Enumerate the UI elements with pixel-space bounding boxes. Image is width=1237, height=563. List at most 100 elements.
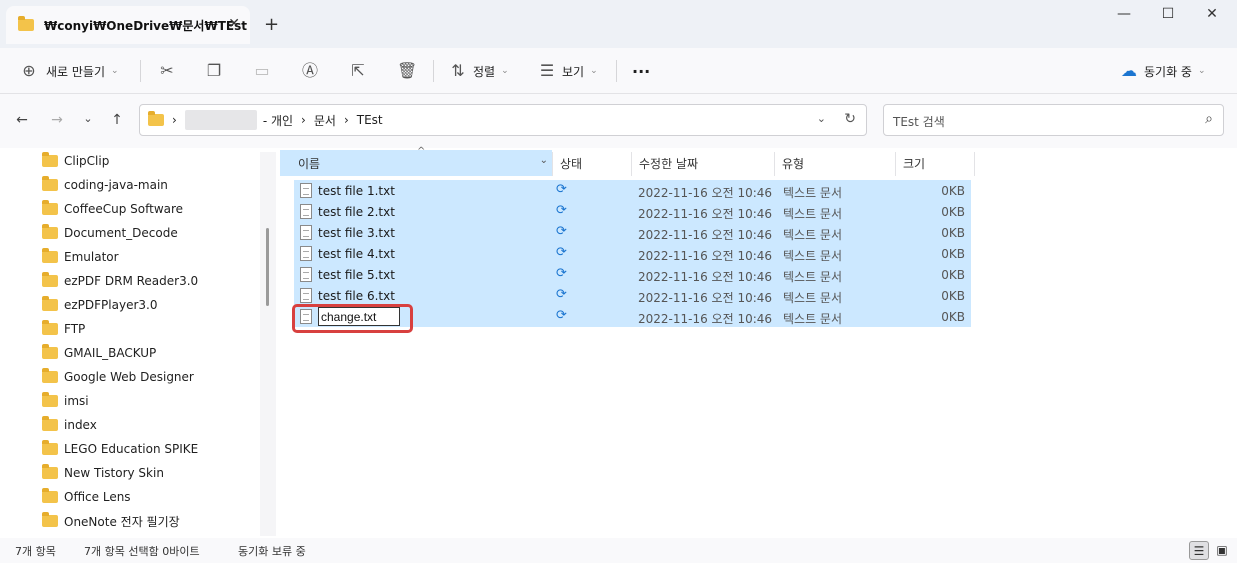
file-modified: 2022-11-16 오전 10:46 — [638, 291, 773, 305]
cut-button[interactable]: ✂ — [158, 58, 176, 84]
sidebar-item-label: Document_Decode — [64, 226, 178, 240]
file-size: 0KB — [941, 226, 965, 240]
file-modified: 2022-11-16 오전 10:46 — [638, 207, 773, 221]
file-modified: 2022-11-16 오전 10:46 — [638, 270, 773, 284]
sidebar-item-label: Emulator — [64, 250, 119, 264]
column-header-type[interactable]: 유형 — [776, 150, 894, 176]
sidebar-item[interactable]: ezPDFPlayer3.0 — [42, 293, 158, 317]
selection-info: 7개 항목 선택함 0바이트 — [84, 545, 200, 558]
column-header-size[interactable]: 크기 — [897, 150, 973, 176]
file-row[interactable]: test file 2.txt ⟳ 2022-11-16 오전 10:46 텍스… — [294, 201, 971, 222]
search-box[interactable]: TEst 검색 ⌕ — [883, 104, 1224, 136]
file-row[interactable]: test file 3.txt ⟳ 2022-11-16 오전 10:46 텍스… — [294, 222, 971, 243]
column-divider[interactable] — [774, 152, 775, 176]
folder-icon — [42, 344, 58, 359]
sidebar-item[interactable]: imsi — [42, 389, 89, 413]
sidebar-item[interactable]: FTP — [42, 317, 85, 341]
column-header-status[interactable]: 상태 — [554, 150, 630, 176]
sidebar-item[interactable]: OneNote 전자 필기장 — [42, 509, 180, 533]
sidebar-item[interactable]: Google Web Designer — [42, 365, 194, 389]
file-type: 텍스트 문서 — [783, 186, 843, 200]
sync-status-button[interactable]: ☁ 동기화 중 ⌄ — [1120, 58, 1206, 84]
address-dropdown-icon[interactable]: ⌄ — [817, 112, 826, 125]
sync-pending-icon: ⟳ — [556, 308, 567, 323]
new-tab-button[interactable]: + — [264, 14, 279, 35]
file-size: 0KB — [941, 310, 965, 324]
file-row[interactable]: test file 4.txt ⟳ 2022-11-16 오전 10:46 텍스… — [294, 243, 971, 264]
sidebar-item[interactable]: GMAIL_BACKUP — [42, 341, 156, 365]
view-button[interactable]: ☰ 보기 ⌄ — [538, 58, 598, 84]
text-file-icon — [300, 204, 312, 219]
column-divider[interactable] — [895, 152, 896, 176]
back-button[interactable]: ← — [12, 112, 32, 128]
sidebar-item[interactable]: Document_Decode — [42, 221, 178, 245]
file-modified: 2022-11-16 오전 10:46 — [638, 249, 773, 263]
file-type: 텍스트 문서 — [783, 228, 843, 242]
sidebar-item[interactable]: Office Lens — [42, 485, 131, 509]
file-modified: 2022-11-16 오전 10:46 — [638, 186, 773, 200]
paste-button[interactable]: ▭ — [253, 58, 271, 84]
view-icon: ☰ — [539, 61, 555, 80]
delete-button[interactable]: 🗑 — [397, 58, 417, 84]
close-window-button[interactable]: ✕ — [1200, 6, 1224, 22]
column-divider[interactable] — [631, 152, 632, 176]
column-divider[interactable] — [974, 152, 975, 176]
new-button[interactable]: ⊕ 새로 만들기 ⌄ — [20, 58, 118, 84]
toolbar-divider — [616, 60, 617, 82]
tab-close-button[interactable]: ✕ — [228, 16, 240, 32]
folder-icon — [18, 16, 34, 31]
column-filter-icon[interactable]: ⌄ — [540, 155, 548, 166]
redacted-breadcrumb — [184, 110, 257, 130]
cut-icon: ✂ — [160, 61, 174, 80]
rename-button[interactable]: Ⓐ — [301, 58, 319, 84]
column-header-modified[interactable]: 수정한 날짜 — [633, 150, 773, 176]
sidebar-item[interactable]: Emulator — [42, 245, 119, 269]
file-row[interactable]: test file 6.txt ⟳ 2022-11-16 오전 10:46 텍스… — [294, 285, 971, 306]
sidebar-item[interactable]: LEGO Education SPIKE — [42, 437, 198, 461]
sidebar-scrollbar[interactable] — [260, 152, 276, 536]
folder-icon — [42, 320, 58, 335]
more-options-button[interactable]: ··· — [632, 58, 650, 84]
folder-icon — [148, 111, 164, 126]
folder-icon — [42, 416, 58, 431]
text-file-icon — [300, 267, 312, 282]
column-header-name[interactable]: 이름 ^ ⌄ — [280, 146, 552, 176]
copy-icon: ❐ — [206, 61, 222, 80]
breadcrumb-test[interactable]: TEst — [357, 113, 383, 127]
sidebar-item[interactable]: coding-java-main — [42, 173, 168, 197]
sort-button[interactable]: ⇅ 정렬 ⌄ — [449, 58, 508, 84]
recent-locations-button[interactable]: ⌄ — [78, 112, 98, 125]
column-divider[interactable] — [552, 152, 553, 176]
text-file-icon — [300, 183, 312, 198]
file-row[interactable]: test file 5.txt ⟳ 2022-11-16 오전 10:46 텍스… — [294, 264, 971, 285]
copy-button[interactable]: ❐ — [205, 58, 223, 84]
refresh-icon[interactable]: ↻ — [844, 111, 856, 127]
address-bar[interactable]: › - 개인 › 문서 › TEst ⌄ ↻ — [139, 104, 867, 136]
sidebar-scrollbar-thumb[interactable] — [266, 228, 269, 306]
forward-button[interactable]: → — [47, 112, 67, 128]
tiles-view-button[interactable]: ▣ — [1212, 541, 1232, 560]
file-row[interactable]: test file 1.txt ⟳ 2022-11-16 오전 10:46 텍스… — [294, 180, 971, 201]
sidebar-item[interactable]: New Tistory Skin — [42, 461, 164, 485]
sidebar-item[interactable]: CoffeeCup Software — [42, 197, 183, 221]
breadcrumb-documents[interactable]: 문서 — [314, 112, 336, 129]
minimize-button[interactable]: — — [1112, 6, 1136, 22]
rename-icon: Ⓐ — [301, 61, 318, 80]
sidebar-item[interactable]: ezPDF DRM Reader3.0 — [42, 269, 198, 293]
up-button[interactable]: ↑ — [107, 112, 127, 128]
maximize-button[interactable]: ☐ — [1156, 6, 1180, 22]
sidebar-item-label: New Tistory Skin — [64, 466, 164, 480]
tab-current-folder[interactable]: ₩conyi₩OneDrive₩문서₩TEst ✕ — [6, 6, 250, 44]
sync-pending-icon: ⟳ — [556, 203, 567, 218]
file-size: 0KB — [941, 247, 965, 261]
sync-pending-icon: ⟳ — [556, 224, 567, 239]
sync-status: 동기화 보류 중 — [238, 545, 306, 558]
share-button[interactable]: ⇱ — [349, 58, 367, 84]
details-view-button[interactable]: ☰ — [1189, 541, 1209, 560]
sidebar-item[interactable]: ClipClip — [42, 149, 109, 173]
sidebar-item[interactable]: index — [42, 413, 97, 437]
search-icon[interactable]: ⌕ — [1205, 111, 1213, 127]
breadcrumb-personal[interactable]: - 개인 — [263, 112, 293, 129]
file-list: 이름 ^ ⌄ 상태 수정한 날짜 유형 크기 test file 1.txt ⟳… — [278, 146, 1237, 538]
command-bar: ⊕ 새로 만들기 ⌄ ✂ ❐ ▭ Ⓐ ⇱ 🗑 ⇅ 정렬 ⌄ ☰ 보기 ⌄ ···… — [0, 48, 1237, 94]
